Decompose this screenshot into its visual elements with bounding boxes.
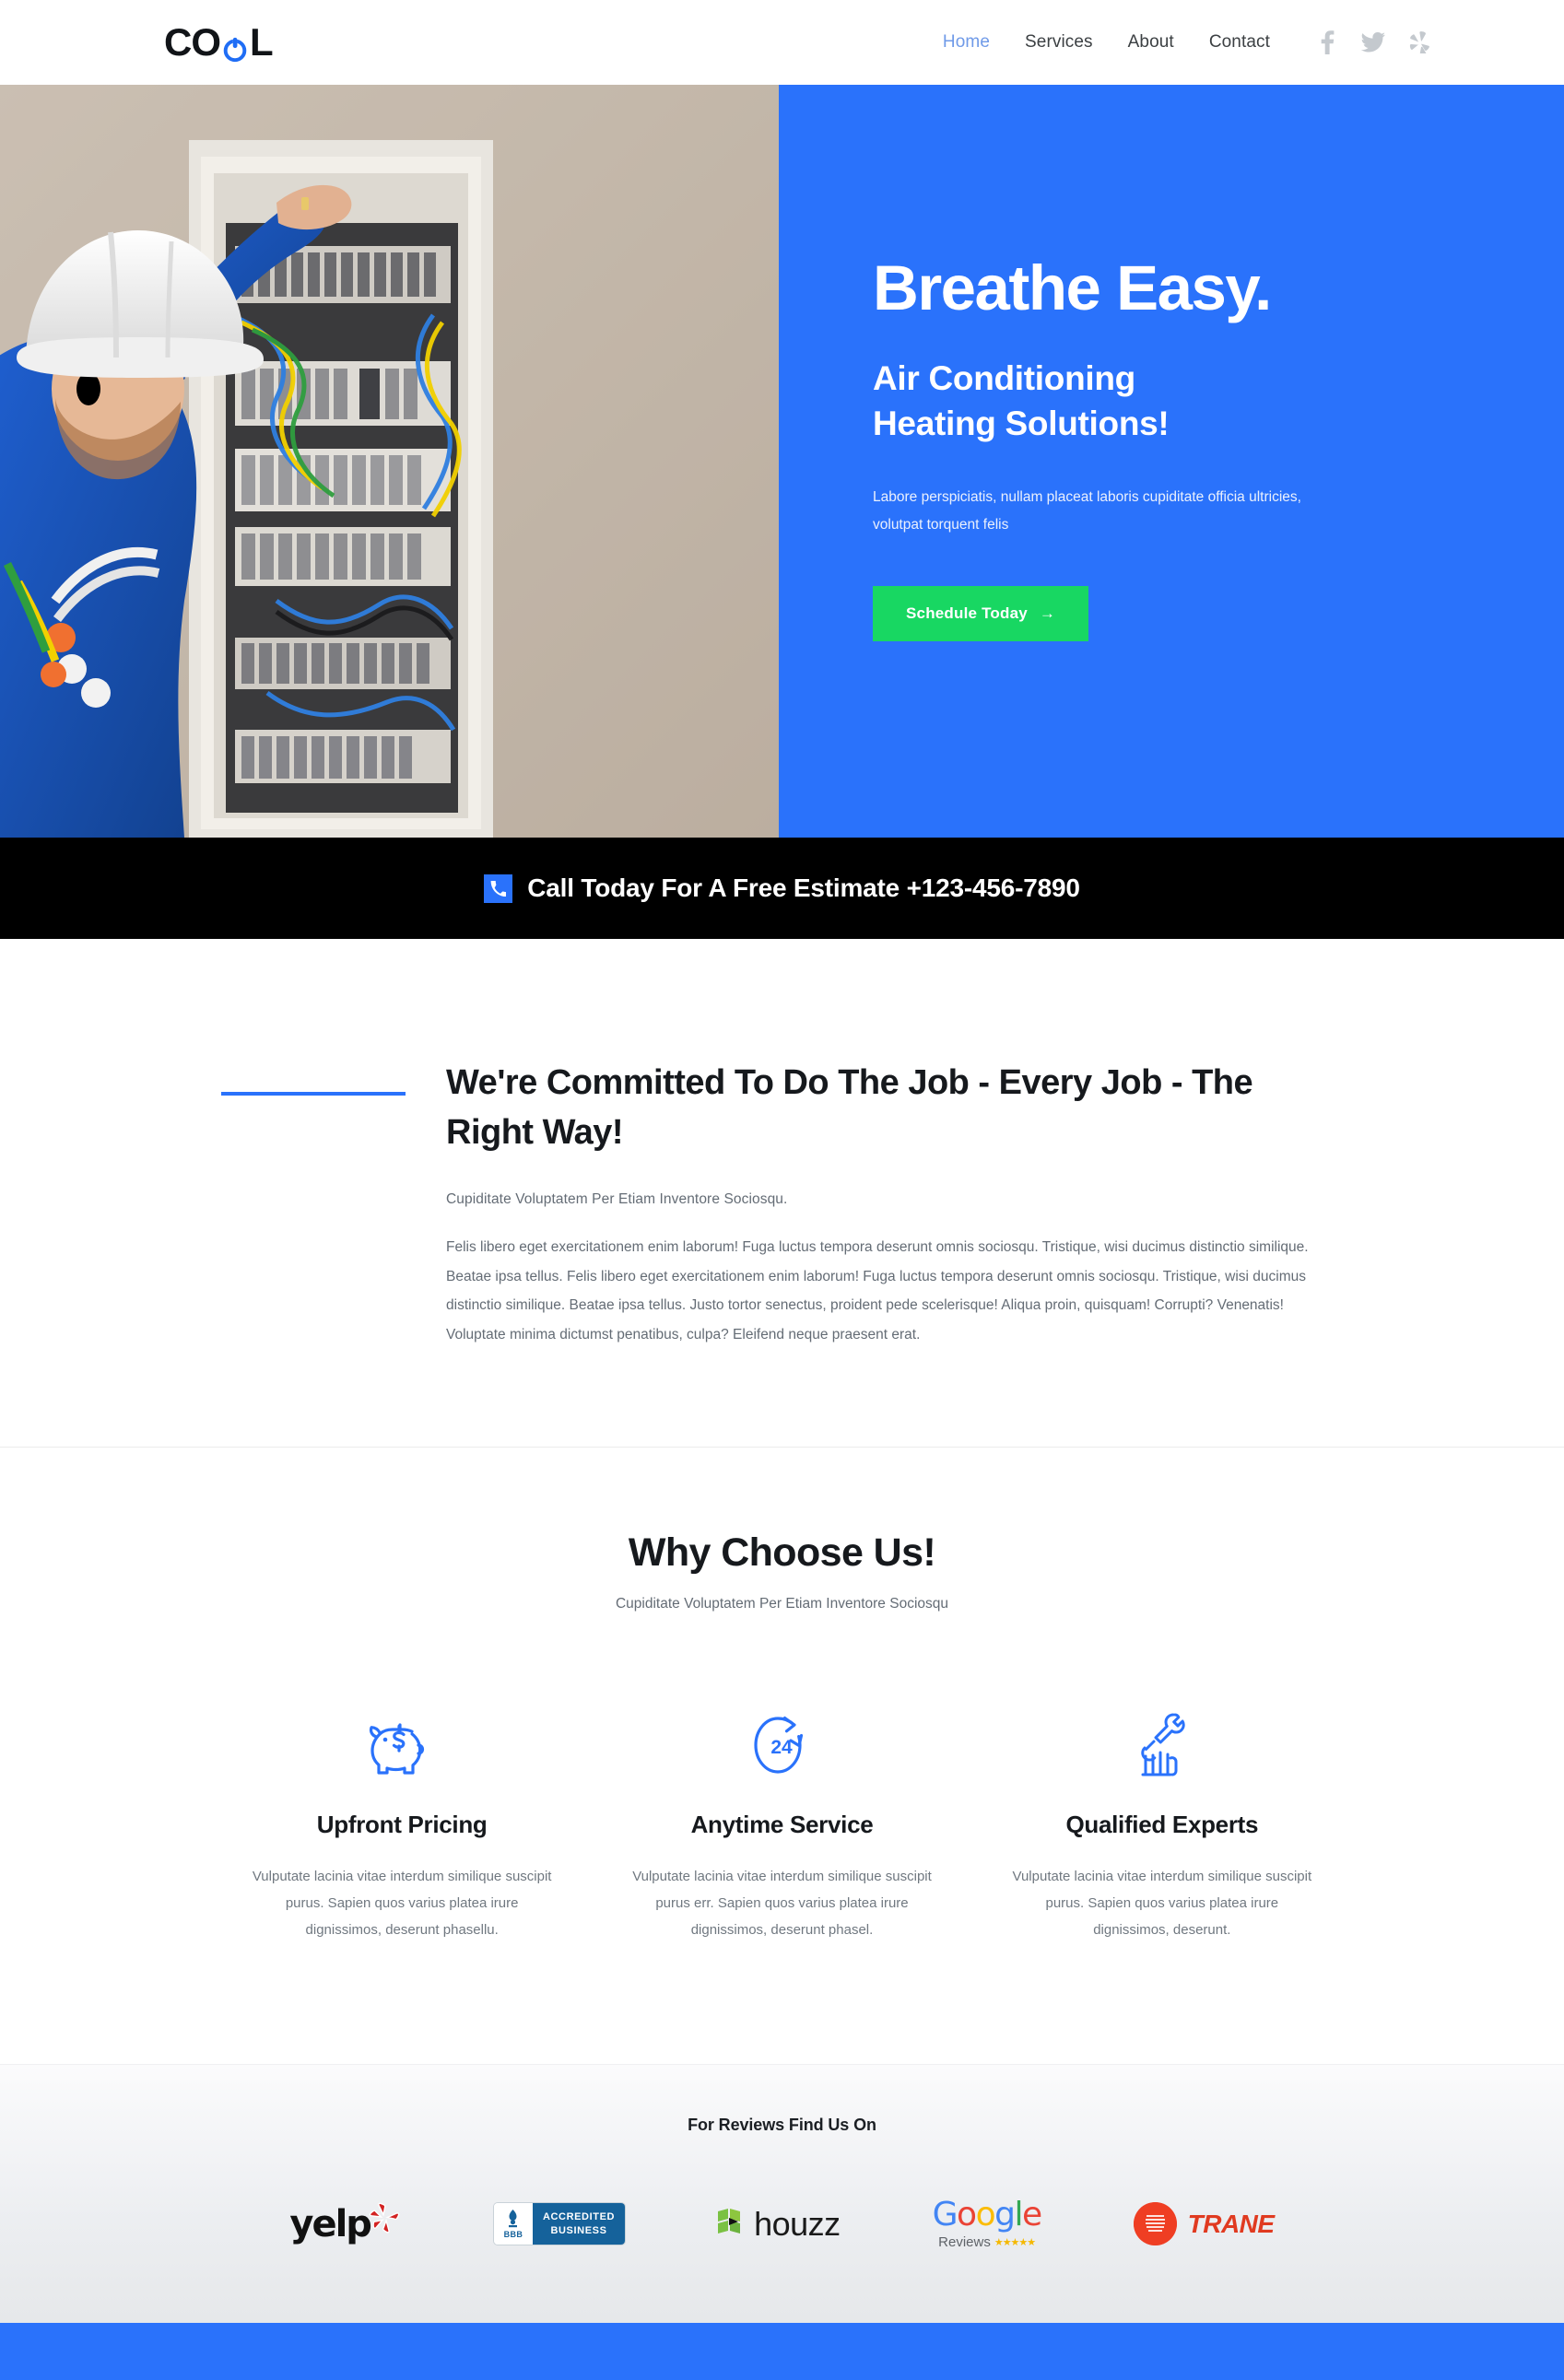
accent-rule xyxy=(221,1092,406,1096)
reviews-heading: For Reviews Find Us On xyxy=(688,2115,876,2134)
arrow-right-icon: → xyxy=(1039,604,1056,622)
bbb-abbr: BBB xyxy=(503,2229,523,2239)
power-icon xyxy=(221,30,249,63)
feature-title: Anytime Service xyxy=(690,1810,874,1838)
twitter-icon[interactable] xyxy=(1350,32,1396,53)
feature-card-anytime-service: 24 Anytime Service Vulputate lacinia vit… xyxy=(592,1709,971,1944)
feature-title: Upfront Pricing xyxy=(316,1810,488,1838)
reviews-section: For Reviews Find Us On yelp BBB ACCREDIT… xyxy=(0,2063,1564,2323)
committed-heading: We're Committed To Do The Job - Every Jo… xyxy=(446,1063,1253,1152)
why-subheading: Cupiditate Voluptatem Per Etiam Inventor… xyxy=(615,1595,948,1612)
hero-content: Breathe Easy. Air Conditioning Heating S… xyxy=(779,85,1564,838)
yelp-logo[interactable]: yelp xyxy=(289,2192,401,2257)
committed-section: We're Committed To Do The Job - Every Jo… xyxy=(0,939,1564,1448)
piggy-bank-dollar-icon xyxy=(236,1709,568,1781)
main-navigation: Home Services About Contact xyxy=(925,30,1442,54)
logo-text-left: CO xyxy=(164,20,221,64)
review-logos: yelp BBB ACCREDITED BUSINESS houzz Googl… xyxy=(0,2192,1564,2257)
star-rating-icon: ★★★★★ xyxy=(994,2236,1036,2248)
houzz-mark-icon xyxy=(718,2208,741,2233)
call-estimate-text: Call Today For A Free Estimate +123-456-… xyxy=(527,873,1080,902)
trane-mark-icon xyxy=(1133,2202,1177,2246)
feature-cards: Upfront Pricing Vulputate lacinia vitae … xyxy=(0,1709,1564,1944)
facebook-icon[interactable] xyxy=(1304,30,1350,54)
call-estimate-bar[interactable]: Call Today For A Free Estimate +123-456-… xyxy=(0,838,1564,939)
hero-subtitle-line-1: Air Conditioning xyxy=(873,359,1135,398)
hero-paragraph: Labore perspiciatis, nullam placeat labo… xyxy=(873,489,1301,533)
google-reviews-logo[interactable]: Google Reviews ★★★★★ xyxy=(932,2192,1042,2257)
google-wordmark: Google xyxy=(932,2195,1042,2233)
why-choose-us-section: Why Choose Us! Cupiditate Voluptatem Per… xyxy=(0,1447,1564,2064)
bbb-line-2: BUSINESS xyxy=(550,2224,607,2236)
schedule-today-label: Schedule Today xyxy=(906,604,1028,622)
feature-text: Vulputate lacinia vitae interdum similiq… xyxy=(1012,1868,1312,1939)
bbb-line-1: ACCREDITED xyxy=(542,2211,616,2223)
site-logo[interactable]: CO L xyxy=(164,20,274,64)
feature-text: Vulputate lacinia vitae interdum similiq… xyxy=(632,1868,932,1939)
svg-text:24: 24 xyxy=(771,1737,794,1758)
bbb-torch-icon: BBB xyxy=(493,2203,533,2245)
logo-text-right: L xyxy=(250,20,274,64)
social-links xyxy=(1304,30,1442,54)
feature-card-qualified-experts: Qualified Experts Vulputate lacinia vita… xyxy=(972,1709,1352,1944)
hero-title: Breathe Easy. xyxy=(873,252,1272,323)
feature-text: Vulputate lacinia vitae interdum similiq… xyxy=(252,1868,552,1939)
yelp-burst-icon xyxy=(369,2202,400,2233)
hero-section: Breathe Easy. Air Conditioning Heating S… xyxy=(0,85,1564,838)
committed-paragraph: Felis libero eget exercitationem enim la… xyxy=(446,1238,1309,1343)
yelp-wordmark: yelp xyxy=(289,2202,372,2245)
houzz-logo[interactable]: houzz xyxy=(718,2192,841,2257)
hand-holding-wrench-icon xyxy=(996,1709,1328,1781)
yelp-icon[interactable] xyxy=(1396,31,1442,53)
trane-wordmark: TRANE xyxy=(1187,2209,1275,2238)
google-reviews-label: Reviews xyxy=(938,2233,991,2250)
trane-logo[interactable]: TRANE xyxy=(1133,2192,1275,2257)
hero-subtitle: Air Conditioning Heating Solutions! xyxy=(873,357,1564,447)
schedule-today-button[interactable]: Schedule Today → xyxy=(873,585,1089,641)
bbb-accredited-business-logo[interactable]: BBB ACCREDITED BUSINESS xyxy=(492,2192,627,2257)
nav-item-about[interactable]: About xyxy=(1111,32,1192,53)
nav-item-home[interactable]: Home xyxy=(925,32,1007,53)
footer-top-band xyxy=(0,2322,1564,2380)
nav-item-services[interactable]: Services xyxy=(1007,32,1111,53)
nav-item-contact[interactable]: Contact xyxy=(1192,32,1288,53)
committed-subheading: Cupiditate Voluptatem Per Etiam Inventor… xyxy=(446,1190,788,1207)
phone-icon xyxy=(484,873,513,903)
feature-card-upfront-pricing: Upfront Pricing Vulputate lacinia vitae … xyxy=(212,1709,592,1944)
why-heading: Why Choose Us! xyxy=(628,1530,936,1575)
hero-image xyxy=(0,85,779,838)
hero-subtitle-line-2: Heating Solutions! xyxy=(873,404,1170,443)
site-header: CO L Home Services About Contact xyxy=(0,0,1564,85)
feature-title: Qualified Experts xyxy=(1065,1810,1259,1838)
houzz-wordmark: houzz xyxy=(754,2204,841,2243)
24-hours-clock-icon: 24 xyxy=(616,1709,947,1781)
